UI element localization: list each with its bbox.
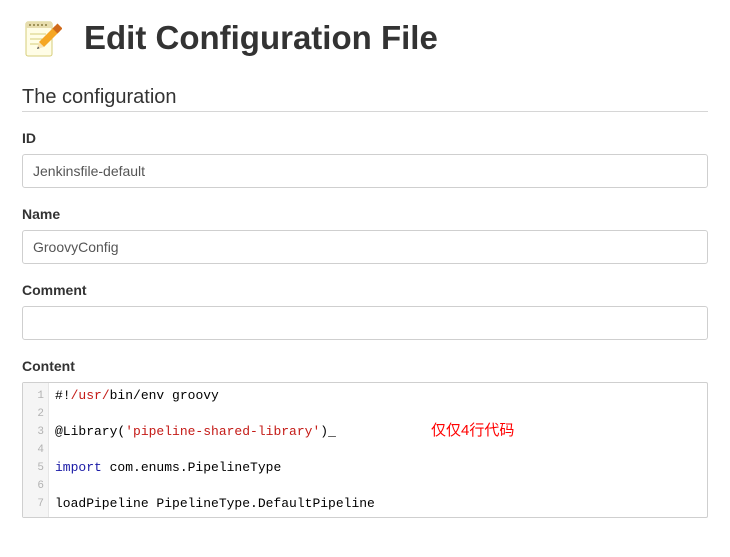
input-id[interactable] bbox=[22, 154, 708, 188]
gutter-line: 5 bbox=[23, 459, 44, 477]
code-line[interactable] bbox=[55, 477, 701, 495]
code-line[interactable]: loadPipeline PipelineType.DefaultPipelin… bbox=[55, 495, 701, 513]
label-id: ID bbox=[22, 130, 708, 146]
page-header: Edit Configuration File bbox=[22, 18, 708, 58]
code-body[interactable]: #!/usr/bin/env groovy @Library('pipeline… bbox=[49, 383, 707, 517]
gutter-line: 7 bbox=[23, 495, 44, 513]
code-line[interactable]: import com.enums.PipelineType bbox=[55, 459, 701, 477]
field-name: Name bbox=[22, 206, 708, 264]
code-gutter: 1234567 bbox=[23, 383, 49, 517]
field-id: ID bbox=[22, 130, 708, 188]
label-name: Name bbox=[22, 206, 708, 222]
code-line[interactable]: @Library('pipeline-shared-library')_ bbox=[55, 423, 701, 441]
code-editor[interactable]: 1234567 #!/usr/bin/env groovy @Library('… bbox=[22, 382, 708, 518]
code-line[interactable] bbox=[55, 405, 701, 423]
page-title: Edit Configuration File bbox=[84, 19, 438, 57]
input-comment[interactable] bbox=[22, 306, 708, 340]
gutter-line: 1 bbox=[23, 387, 44, 405]
field-comment: Comment bbox=[22, 282, 708, 340]
gutter-line: 4 bbox=[23, 441, 44, 459]
gutter-line: 2 bbox=[23, 405, 44, 423]
section-title: The configuration bbox=[22, 86, 708, 112]
label-content: Content bbox=[22, 358, 708, 374]
field-content: Content 1234567 #!/usr/bin/env groovy @L… bbox=[22, 358, 708, 518]
label-comment: Comment bbox=[22, 282, 708, 298]
code-line[interactable] bbox=[55, 441, 701, 459]
gutter-line: 6 bbox=[23, 477, 44, 495]
input-name[interactable] bbox=[22, 230, 708, 264]
code-line[interactable]: #!/usr/bin/env groovy bbox=[55, 387, 701, 405]
notepad-edit-icon bbox=[22, 18, 62, 58]
gutter-line: 3 bbox=[23, 423, 44, 441]
